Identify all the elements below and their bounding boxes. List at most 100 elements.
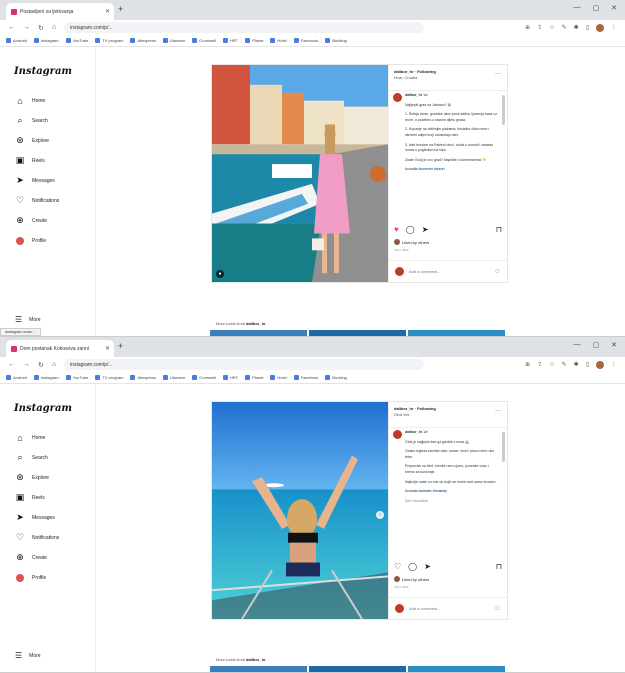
bookmark-item[interactable]: Facebook <box>293 375 318 380</box>
bookmark-item[interactable]: HRT <box>222 38 238 43</box>
next-photo-icon[interactable]: › <box>376 510 384 519</box>
back-icon[interactable]: ← <box>8 24 15 31</box>
bookmark-item[interactable]: Instagram <box>33 375 59 380</box>
caption-hashtags[interactable]: #croatia #summer #travel <box>405 167 499 173</box>
bookmark-icon[interactable]: ⊓ <box>496 562 502 571</box>
avatar[interactable] <box>393 430 402 439</box>
share-icon[interactable]: ⇪ <box>537 361 542 369</box>
bookmark-item[interactable]: Ulaznice <box>162 38 185 43</box>
sidepanel-icon[interactable]: ▯ <box>586 24 589 32</box>
bookmark-item[interactable]: Booking <box>325 38 347 43</box>
zoom-icon[interactable]: ⊕ <box>525 361 530 369</box>
new-tab-button[interactable]: + <box>118 341 123 351</box>
new-tab-button[interactable]: + <box>118 4 123 14</box>
forward-icon[interactable]: → <box>23 24 30 31</box>
bookmark-item[interactable]: Ulaznice <box>162 375 185 380</box>
send-icon[interactable]: ➤ <box>424 562 431 571</box>
close-tab-icon[interactable]: ✕ <box>105 345 114 352</box>
sidebar-item-reels[interactable]: ▣ Reels <box>15 155 59 166</box>
maximize-icon[interactable]: ▢ <box>593 341 600 349</box>
reload-icon[interactable]: ↻ <box>38 361 44 369</box>
bookmark-item[interactable]: Android <box>6 375 27 380</box>
thumbnail[interactable] <box>408 330 505 336</box>
bookmark-item[interactable]: Planet <box>245 38 263 43</box>
close-tab-icon[interactable]: ✕ <box>105 8 114 15</box>
sidebar-item-more[interactable]: ☰ More <box>15 315 41 324</box>
thumbnail[interactable] <box>210 666 307 672</box>
sidebar-item-explore[interactable]: ⊛ Explore <box>15 135 59 146</box>
post-location[interactable]: Otok Krk <box>394 412 502 417</box>
home-browser-icon[interactable]: ⌂ <box>52 24 56 31</box>
see-translation-link[interactable]: See translation <box>405 499 499 505</box>
sidebar-item-more[interactable]: ☰ More <box>15 651 41 660</box>
caption-username[interactable]: dalibor_hr <box>405 430 422 434</box>
likes-count[interactable]: Liked by others <box>394 239 429 245</box>
thumbnail[interactable] <box>309 666 406 672</box>
reload-icon[interactable]: ↻ <box>38 24 44 32</box>
caption-hashtags[interactable]: #croatia #adriatic #boatday <box>405 489 499 495</box>
bookmark-item[interactable]: YouTube <box>65 38 88 43</box>
bookmark-icon[interactable]: ⊓ <box>496 225 502 234</box>
share-icon[interactable]: ⇪ <box>537 24 542 32</box>
bookmark-item[interactable]: Aliexpress <box>130 375 156 380</box>
comment-icon[interactable]: ◯ <box>408 562 417 571</box>
extension-icon[interactable]: ✎ <box>562 24 567 32</box>
sidebar-item-reels[interactable]: ▣ Reels <box>15 492 59 503</box>
sidebar-item-search[interactable]: ⌕ Search <box>15 115 59 126</box>
bookmark-item[interactable]: Facebook <box>293 38 318 43</box>
instagram-logo[interactable]: Instagram <box>14 403 72 414</box>
star-icon[interactable]: ☆ <box>549 24 554 32</box>
sidebar-item-explore[interactable]: ⊛ Explore <box>15 472 59 483</box>
zoom-icon[interactable]: ⊕ <box>525 24 530 32</box>
bookmark-item[interactable]: Hotel <box>270 38 287 43</box>
url-field[interactable]: instagram.com/p/... <box>64 22 425 33</box>
maximize-icon[interactable]: ▢ <box>593 4 600 12</box>
bookmark-item[interactable]: Booking <box>325 375 347 380</box>
post-username[interactable]: dalibor_hr · Following <box>394 69 502 74</box>
profile-avatar[interactable] <box>596 23 604 32</box>
comment-icon[interactable]: ◯ <box>406 225 415 234</box>
caption-username[interactable]: dalibor_hr <box>405 93 422 97</box>
sidebar-item-search[interactable]: ⌕ Search <box>15 452 59 463</box>
sidebar-item-profile[interactable]: Profile <box>15 572 59 583</box>
bookmark-item[interactable]: TV program <box>95 38 123 43</box>
browser-tab[interactable]: Postavljeni sa ljetovanja ✕ <box>6 3 114 20</box>
bookmark-item[interactable]: Cromwell <box>192 38 216 43</box>
send-icon[interactable]: ➤ <box>422 225 429 234</box>
bookmark-item[interactable]: HRT <box>222 375 238 380</box>
post-photo[interactable]: › <box>212 402 388 619</box>
more-options-icon[interactable]: ··· <box>495 408 501 414</box>
sidebar-item-messages[interactable]: ➤ Messages <box>15 512 59 523</box>
thumbnail[interactable] <box>408 666 505 672</box>
avatar[interactable] <box>393 93 402 102</box>
post-location[interactable]: Hvar, Croatia <box>394 75 502 80</box>
minimize-icon[interactable]: — <box>574 341 581 349</box>
instagram-logo[interactable]: Instagram <box>14 66 72 77</box>
emoji-icon[interactable]: ☺ <box>494 268 501 275</box>
bookmark-item[interactable]: YouTube <box>65 375 88 380</box>
menu-kebab-icon[interactable]: ⋮ <box>611 24 617 32</box>
bookmark-item[interactable]: TV program <box>95 375 123 380</box>
thumbnail[interactable] <box>309 330 406 336</box>
bookmark-item[interactable]: Android <box>6 38 27 43</box>
menu-kebab-icon[interactable]: ⋮ <box>611 361 617 369</box>
sidebar-item-home[interactable]: ⌂ Home <box>15 95 59 106</box>
post-photo[interactable]: ● <box>212 65 388 282</box>
bookmark-item[interactable]: Planet <box>245 375 263 380</box>
url-field[interactable]: instagram.com/p/... <box>64 359 425 370</box>
browser-tab[interactable]: Dom postanak Kokosova zanni ✕ <box>6 340 114 357</box>
sidebar-item-profile[interactable]: Profile <box>15 235 59 246</box>
sidepanel-icon[interactable]: ▯ <box>586 361 589 369</box>
star-icon[interactable]: ☆ <box>549 361 554 369</box>
heart-icon[interactable]: ♡ <box>394 562 401 571</box>
bookmark-item[interactable]: Aliexpress <box>130 38 156 43</box>
pin-icon[interactable]: ✱ <box>574 361 579 369</box>
caption-scrollbar[interactable] <box>502 95 505 125</box>
tag-icon[interactable]: ● <box>216 270 224 278</box>
close-window-icon[interactable]: ✕ <box>611 341 617 349</box>
forward-icon[interactable]: → <box>23 361 30 368</box>
caption-scrollbar[interactable] <box>502 432 505 462</box>
sidebar-item-notifications[interactable]: ♡ Notifications <box>15 532 59 543</box>
sidebar-item-home[interactable]: ⌂ Home <box>15 432 59 443</box>
bookmark-item[interactable]: Instagram <box>33 38 59 43</box>
